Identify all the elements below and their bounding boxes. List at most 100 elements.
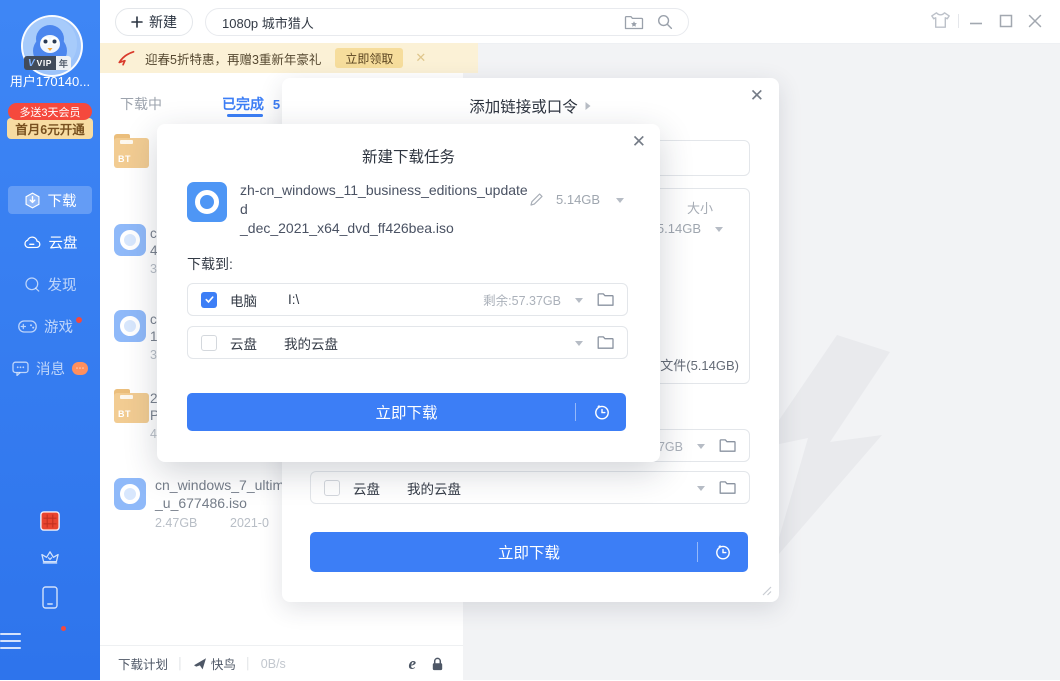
username[interactable]: 用户170140... <box>0 71 100 90</box>
file-date: 2021-0 <box>230 516 269 530</box>
pc-destination-row: 电脑 I:\ 剩余:57.37GB <box>187 283 628 316</box>
dialog-title: 添加链接或口令 <box>282 95 779 117</box>
filename-fragment: c <box>150 226 157 241</box>
promo-banner: 迎春5折特惠，再赠3重新年豪礼 立即领取 ✕ <box>100 43 478 73</box>
download-plan-button[interactable]: 下载计划 <box>118 654 168 673</box>
filesize-fragment: 4 <box>150 427 157 441</box>
pc-label: 电脑 <box>230 290 257 310</box>
bt-folder-icon: BT <box>114 134 149 168</box>
file-name-line2: _u_677486.iso <box>155 494 247 512</box>
sidebar-item-download[interactable]: 下载 <box>8 186 92 214</box>
vip-crown-icon[interactable] <box>0 548 100 566</box>
plus-icon <box>131 16 143 28</box>
promo-swoosh-icon <box>117 50 135 66</box>
cloud-path: 我的云盘 <box>407 478 461 498</box>
search-icon[interactable] <box>656 13 674 31</box>
maximize-button[interactable] <box>998 13 1014 29</box>
list-item[interactable] <box>114 478 146 510</box>
minimize-button[interactable] <box>968 13 984 29</box>
new-task-button[interactable]: 新建 <box>115 8 193 36</box>
new-task-label: 新建 <box>149 12 177 32</box>
vip-badge[interactable]: V VIP 年 <box>24 56 71 70</box>
ie-browser-icon[interactable]: e <box>408 654 416 674</box>
expand-caret-icon[interactable] <box>584 101 592 111</box>
chevron-down-icon[interactable] <box>575 341 583 346</box>
cloud-path: 我的云盘 <box>284 333 338 353</box>
sidebar: V VIP 年 用户170140... 多送3天会员 首月6元开通 下载 云盘 … <box>0 0 100 680</box>
pc-checkbox[interactable] <box>201 292 217 308</box>
completed-count-badge: 5 <box>273 97 280 112</box>
task-file-size: 5.14GB <box>556 192 600 207</box>
search-input[interactable]: 1080p 城市猎人 <box>222 13 624 32</box>
list-item[interactable] <box>114 224 146 256</box>
folder-star-icon[interactable] <box>624 14 644 31</box>
file-size-value: 5.14GB <box>657 221 701 236</box>
tab-active-underline <box>227 114 263 117</box>
promo-claim-button[interactable]: 立即领取 <box>335 48 403 68</box>
chevron-down-icon[interactable] <box>575 298 583 303</box>
sidebar-item-messages[interactable]: 消息 ⋯ <box>8 354 92 382</box>
sidebar-item-cloud-drive[interactable]: 云盘 <box>8 228 92 256</box>
size-column-header: 大小 <box>687 198 713 217</box>
browse-folder-icon[interactable] <box>597 335 614 350</box>
schedule-clock-icon[interactable] <box>593 403 611 421</box>
status-bar: 下载计划 │ 快鸟 │ 0B/s e <box>100 645 463 681</box>
tab-completed[interactable]: 已完成 5 <box>222 94 280 114</box>
mobile-phone-icon[interactable] <box>0 586 100 609</box>
chevron-down-icon[interactable] <box>697 444 705 449</box>
filesize-fragment: 3 <box>150 262 157 276</box>
iso-disc-icon <box>187 182 227 222</box>
promo-close-icon[interactable]: ✕ <box>415 50 426 66</box>
promo-text: 迎春5折特惠，再赠3重新年豪礼 <box>145 49 321 68</box>
notification-dot <box>76 317 82 323</box>
divider <box>958 14 959 28</box>
pc-path: I:\ <box>288 292 299 307</box>
top-bar: 新建 1080p 城市猎人 <box>100 0 1060 44</box>
messages-badge: ⋯ <box>72 362 88 375</box>
gamepad-icon <box>18 320 37 333</box>
download-icon <box>24 192 41 209</box>
destination-label: 下载到: <box>187 254 233 274</box>
red-packet-grid-icon[interactable] <box>0 511 100 531</box>
more-menu-icon[interactable] <box>0 630 100 651</box>
vip-subscribe-button[interactable]: 首月6元开通 <box>7 118 93 139</box>
list-item[interactable] <box>114 310 146 342</box>
discover-icon <box>24 276 41 293</box>
new-task-dialog: ✕ 新建下载任务 zh-cn_windows_11_business_editi… <box>157 124 660 462</box>
lock-icon[interactable] <box>430 656 445 672</box>
rename-pencil-icon[interactable] <box>529 192 544 207</box>
resize-handle[interactable] <box>762 586 772 596</box>
download-now-button[interactable]: 立即下载 <box>187 393 626 431</box>
dialog-title: 新建下载任务 <box>157 145 660 167</box>
browse-folder-icon[interactable] <box>719 438 736 453</box>
download-speed: 0B/s <box>261 657 286 671</box>
selected-files-summary: 个文件(5.14GB) <box>647 355 739 374</box>
sidebar-item-discover[interactable]: 发现 <box>8 270 92 298</box>
search-box[interactable]: 1080p 城市猎人 <box>205 8 689 36</box>
chevron-down-icon[interactable] <box>616 198 624 203</box>
schedule-clock-icon[interactable] <box>714 543 732 561</box>
vip-bonus-tag: 多送3天会员 <box>8 103 92 120</box>
cloud-icon <box>23 235 42 249</box>
cloud-checkbox[interactable] <box>201 335 217 351</box>
list-item[interactable]: BT <box>114 134 149 168</box>
cloud-destination-row: 云盘 我的云盘 <box>187 326 628 359</box>
sidebar-item-games[interactable]: 游戏 <box>8 312 92 340</box>
message-icon <box>12 361 29 376</box>
skin-theme-icon[interactable] <box>930 11 951 30</box>
task-filename: zh-cn_windows_11_business_editions_updat… <box>240 181 528 238</box>
chevron-down-icon[interactable] <box>697 486 705 491</box>
browse-folder-icon[interactable] <box>597 292 614 307</box>
notification-dot <box>61 626 66 631</box>
browse-folder-icon[interactable] <box>719 480 736 495</box>
speedup-bird-icon <box>193 657 207 670</box>
iso-disc-icon <box>114 310 146 342</box>
chevron-down-icon[interactable] <box>715 227 723 232</box>
close-window-button[interactable] <box>1027 13 1043 29</box>
download-now-button[interactable]: 立即下载 <box>310 532 748 572</box>
tab-downloading[interactable]: 下载中 <box>120 94 162 114</box>
list-item[interactable]: BT <box>114 389 149 423</box>
iso-disc-icon <box>114 224 146 256</box>
speedup-button[interactable]: 快鸟 <box>211 654 236 673</box>
cloud-checkbox[interactable] <box>324 480 340 496</box>
